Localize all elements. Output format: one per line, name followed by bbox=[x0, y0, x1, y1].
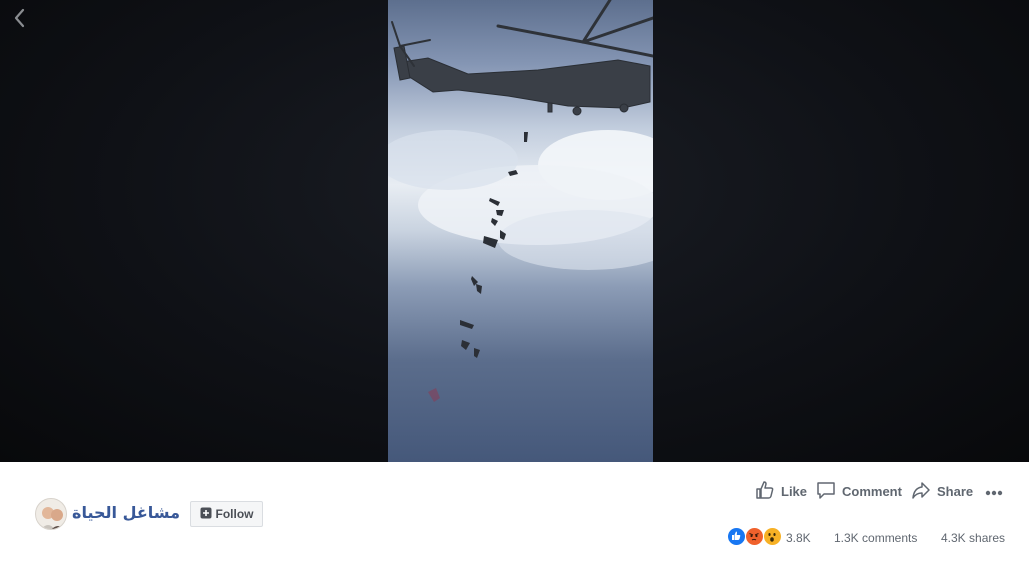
angry-reaction-icon bbox=[745, 527, 764, 546]
reaction-count[interactable]: 3.8K bbox=[786, 531, 811, 545]
video-player[interactable] bbox=[0, 0, 1029, 462]
video-frame[interactable] bbox=[388, 0, 653, 462]
follow-label: Follow bbox=[215, 507, 254, 521]
page-avatar[interactable] bbox=[35, 498, 67, 530]
share-arrow-icon bbox=[911, 480, 931, 503]
more-options-button[interactable] bbox=[985, 480, 1003, 502]
video-scene bbox=[388, 0, 653, 402]
thumbs-up-icon bbox=[755, 480, 775, 503]
wow-reaction-icon bbox=[763, 527, 782, 546]
comment-button[interactable]: Comment bbox=[816, 480, 902, 502]
share-label: Share bbox=[937, 483, 974, 499]
like-label: Like bbox=[781, 483, 808, 499]
like-reaction-icon bbox=[727, 527, 746, 546]
follow-button[interactable]: Follow bbox=[190, 501, 263, 527]
page-name-link[interactable]: مشاغل الحياة bbox=[72, 503, 180, 522]
shares-count-link[interactable]: 4.3K shares bbox=[941, 531, 1005, 545]
back-chevron-icon[interactable] bbox=[8, 4, 34, 32]
comment-label: Comment bbox=[842, 483, 902, 499]
comments-count-link[interactable]: 1.3K comments bbox=[834, 531, 917, 545]
comment-bubble-icon bbox=[816, 480, 836, 503]
like-button[interactable]: Like bbox=[755, 480, 807, 502]
more-dots-icon bbox=[985, 484, 1003, 499]
follow-plus-icon bbox=[200, 507, 212, 522]
reactions-summary[interactable] bbox=[727, 527, 787, 547]
share-button[interactable]: Share bbox=[911, 480, 973, 502]
